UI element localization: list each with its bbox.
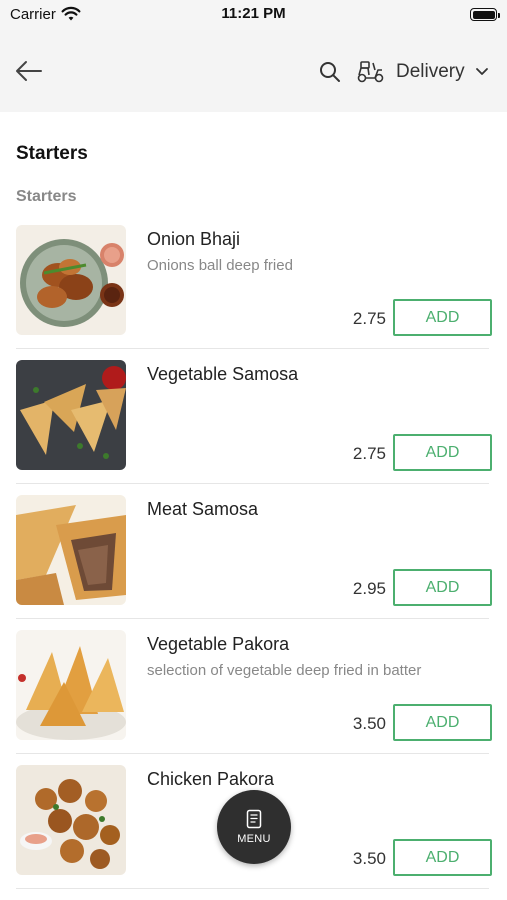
battery-icon [470, 8, 500, 21]
divider [16, 753, 489, 754]
item-description: Onions ball deep fried [147, 257, 293, 274]
vegetable-samosa-image [16, 360, 126, 470]
chicken-pakora-image [16, 765, 126, 875]
item-name: Onion Bhaji [147, 229, 241, 249]
add-button[interactable]: ADD [393, 704, 492, 741]
menu-item-vegetable-pakora[interactable]: Vegetable Pakora selection of vegetable … [0, 630, 507, 765]
add-button[interactable]: ADD [393, 299, 492, 336]
delivery-mode-selector[interactable]: Delivery [356, 56, 489, 88]
item-price: 2.75 [352, 309, 386, 328]
item-description: selection of vegetable deep fried in bat… [147, 662, 422, 679]
item-price: 3.50 [352, 849, 386, 868]
divider [16, 348, 489, 349]
divider [16, 483, 489, 484]
menu-item-onion-bhaji[interactable]: Onion Bhaji Onions ball deep fried 2.75 … [0, 225, 507, 360]
item-name: Vegetable Samosa [147, 364, 299, 384]
chevron-down-icon [475, 68, 488, 75]
menu-item-meat-samosa[interactable]: Meat Samosa 2.95 ADD [0, 495, 507, 630]
meat-samosa-image [16, 495, 126, 605]
item-name: Chicken Pakora [147, 769, 275, 789]
divider [16, 618, 489, 619]
onion-bhaji-image [16, 225, 126, 335]
status-time: 11:21 PM [221, 5, 286, 22]
subsection-title: Starters [16, 188, 77, 205]
nav-bar: Delivery [0, 30, 507, 112]
add-button[interactable]: ADD [393, 839, 492, 876]
search-icon [320, 62, 340, 82]
menu-fab-label: MENU [237, 833, 271, 845]
scooter-icon [357, 61, 384, 83]
divider [16, 888, 489, 889]
section-title: Starters [16, 143, 88, 164]
status-bar: Carrier 11:21 PM [0, 0, 507, 30]
item-price: 2.75 [352, 444, 386, 463]
back-arrow-icon [16, 61, 42, 81]
menu-item-vegetable-samosa[interactable]: Vegetable Samosa 2.75 ADD [0, 360, 507, 495]
vegetable-pakora-image [16, 630, 126, 740]
item-price: 2.95 [352, 579, 386, 598]
add-button[interactable]: ADD [393, 434, 492, 471]
item-name: Meat Samosa [147, 499, 259, 519]
item-name: Vegetable Pakora [147, 634, 290, 654]
delivery-label: Delivery [396, 61, 465, 82]
back-button[interactable] [12, 54, 46, 88]
menu-book-icon [246, 809, 262, 829]
item-price: 3.50 [352, 714, 386, 733]
add-button[interactable]: ADD [393, 569, 492, 606]
search-button[interactable] [316, 58, 344, 86]
menu-fab-button[interactable]: MENU [217, 790, 291, 864]
